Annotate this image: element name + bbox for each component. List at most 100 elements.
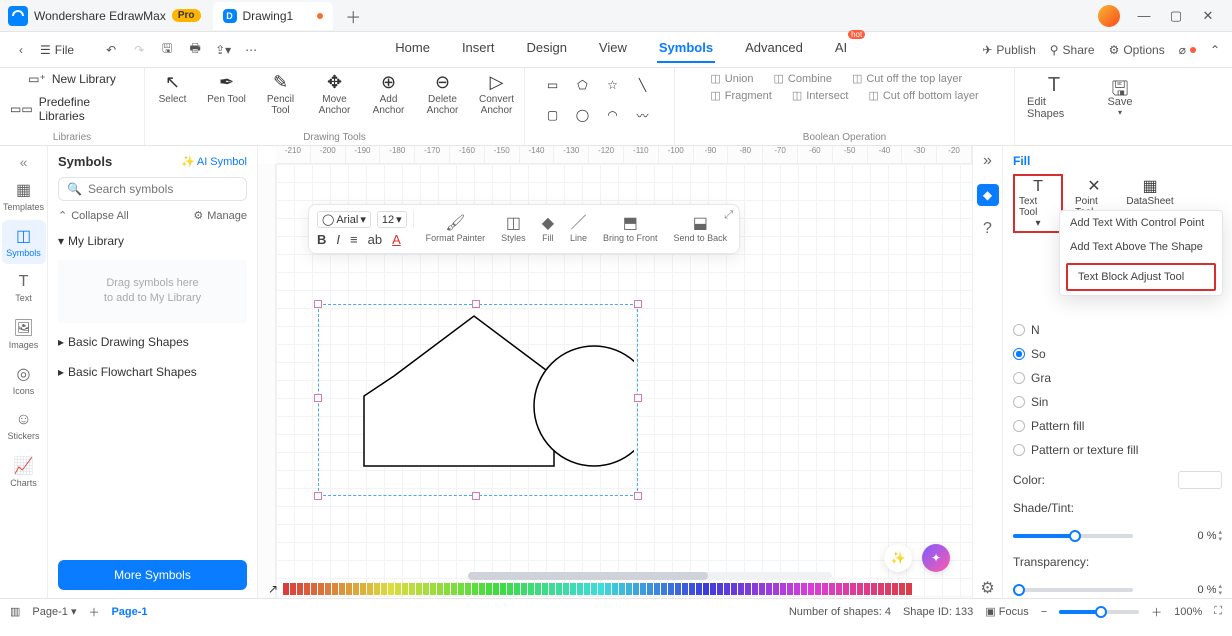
user-avatar[interactable] (1098, 5, 1120, 27)
color-swatch-item[interactable] (857, 583, 863, 595)
bool-combine[interactable]: ◫ Combine (774, 72, 832, 85)
color-swatch-item[interactable] (493, 583, 499, 595)
shape-circle[interactable]: ◯ (572, 104, 594, 126)
basic-drawing-section[interactable]: ▸ Basic Drawing Shapes (58, 331, 247, 353)
close-button[interactable]: ✕ (1192, 2, 1224, 30)
add-anchor-tool[interactable]: ⊕Add Anchor (369, 72, 409, 116)
shade-stepper[interactable]: ▴▾ (1218, 529, 1222, 543)
color-swatch-item[interactable] (465, 583, 471, 595)
rail-charts[interactable]: 📈Charts (2, 450, 46, 494)
fill-button[interactable]: ◆Fill (538, 214, 558, 244)
delete-anchor-tool[interactable]: ⊖Delete Anchor (423, 72, 463, 116)
bring-front-button[interactable]: ⬒Bring to Front (599, 214, 662, 244)
color-swatch-item[interactable] (500, 583, 506, 595)
align-button[interactable]: ≡ (350, 232, 358, 247)
bool-union[interactable]: ◫ Union (710, 72, 753, 85)
zoom-slider[interactable] (1059, 610, 1139, 614)
color-swatch-item[interactable] (899, 583, 905, 595)
back-button[interactable]: ‹ (12, 41, 30, 59)
redo-button[interactable]: ↷ (130, 41, 148, 59)
color-swatch-item[interactable] (878, 583, 884, 595)
save-icon[interactable]: 🖫 (158, 41, 176, 59)
color-swatch-item[interactable] (598, 583, 604, 595)
color-swatch-item[interactable] (682, 583, 688, 595)
italic-button[interactable]: I (336, 232, 340, 247)
radio-sin[interactable]: Sin (1013, 395, 1222, 409)
color-swatch-item[interactable] (892, 583, 898, 595)
focus-toggle[interactable]: ▣ Focus (985, 605, 1028, 618)
search-input[interactable] (88, 182, 243, 196)
fit-button[interactable]: ⛶ (1214, 605, 1222, 618)
basic-flowchart-section[interactable]: ▸ Basic Flowchart Shapes (58, 361, 247, 383)
file-menu[interactable]: ☰ File (40, 43, 74, 57)
color-swatch-item[interactable] (738, 583, 744, 595)
color-swatch-item[interactable] (717, 583, 723, 595)
rail-icons[interactable]: ◎Icons (2, 358, 46, 402)
color-swatch-item[interactable] (395, 583, 401, 595)
canvas[interactable]: -210-200-190-180-170-160-150-140-130-120… (258, 146, 972, 598)
color-swatch-item[interactable] (416, 583, 422, 595)
sparkle-button-1[interactable]: ✨ (884, 544, 912, 572)
save-button[interactable]: 🖫Save▾ (1093, 74, 1147, 143)
symbol-search[interactable]: 🔍 (58, 177, 247, 201)
color-swatch-item[interactable] (479, 583, 485, 595)
color-swatch-item[interactable] (360, 583, 366, 595)
color-swatch-item[interactable] (829, 583, 835, 595)
shape-rect[interactable]: ▭ (542, 74, 564, 96)
more-icon[interactable]: ⋯ (242, 41, 260, 59)
color-swatch-item[interactable] (654, 583, 660, 595)
color-swatch-item[interactable] (871, 583, 877, 595)
radio-pattern[interactable]: Pattern fill (1013, 419, 1222, 433)
menu-advanced[interactable]: Advanced (743, 36, 805, 63)
color-swatch-item[interactable] (668, 583, 674, 595)
rail-templates[interactable]: ▦Templates (2, 174, 46, 218)
collapse-ribbon-button[interactable]: ⌃ (1210, 43, 1220, 57)
color-swatch-item[interactable] (388, 583, 394, 595)
manage-button[interactable]: ⚙ Manage (193, 209, 247, 222)
color-swatch-item[interactable] (290, 583, 296, 595)
add-page-button[interactable]: ＋ (88, 604, 99, 620)
handle-e[interactable] (634, 394, 642, 402)
color-swatch-item[interactable] (521, 583, 527, 595)
font-size-select[interactable]: 12 ▾ (377, 211, 407, 228)
minimize-button[interactable]: — (1128, 2, 1160, 30)
color-swatch-item[interactable] (745, 583, 751, 595)
export-icon[interactable]: ⇪▾ (214, 41, 232, 59)
color-swatch-item[interactable] (542, 583, 548, 595)
move-anchor-tool[interactable]: ✥Move Anchor (315, 72, 355, 116)
color-swatch-item[interactable] (374, 583, 380, 595)
trans-stepper[interactable]: ▴▾ (1218, 583, 1222, 597)
color-swatch-item[interactable] (591, 583, 597, 595)
color-swatch-item[interactable] (409, 583, 415, 595)
shape-roundrect[interactable]: ▢ (542, 104, 564, 126)
shape-star[interactable]: ☆ (602, 74, 624, 96)
color-swatch-item[interactable] (640, 583, 646, 595)
color-swatch-item[interactable] (472, 583, 478, 595)
transparency-slider[interactable] (1013, 588, 1133, 592)
color-swatch-item[interactable] (822, 583, 828, 595)
color-swatch-item[interactable] (773, 583, 779, 595)
color-swatch-item[interactable] (724, 583, 730, 595)
rail-help-icon[interactable]: ? (983, 220, 992, 238)
handle-sw[interactable] (314, 492, 322, 500)
rail-symbols[interactable]: ◫Symbols (2, 220, 46, 264)
color-swatch-item[interactable] (283, 583, 289, 595)
color-swatch-item[interactable] (794, 583, 800, 595)
color-swatch-item[interactable] (339, 583, 345, 595)
font-color-button[interactable]: A (392, 232, 401, 247)
print-icon[interactable]: 🖶 (186, 41, 204, 59)
shape-curve[interactable]: 〰 (632, 104, 654, 126)
handle-n[interactable] (472, 300, 480, 308)
color-swatch-item[interactable] (402, 583, 408, 595)
shape-arc[interactable]: ◠ (602, 104, 624, 126)
color-swatch-item[interactable] (626, 583, 632, 595)
color-swatch-item[interactable] (836, 583, 842, 595)
datasheet-button[interactable]: ▦DataSheet (1125, 174, 1175, 211)
color-swatch-item[interactable] (661, 583, 667, 595)
rail-expand-button[interactable]: » (983, 152, 992, 170)
color-swatch-item[interactable] (815, 583, 821, 595)
color-swatch-item[interactable] (577, 583, 583, 595)
menu-design[interactable]: Design (524, 36, 568, 63)
options-button[interactable]: ⚙ Options (1109, 43, 1165, 57)
color-swatch-item[interactable] (647, 583, 653, 595)
